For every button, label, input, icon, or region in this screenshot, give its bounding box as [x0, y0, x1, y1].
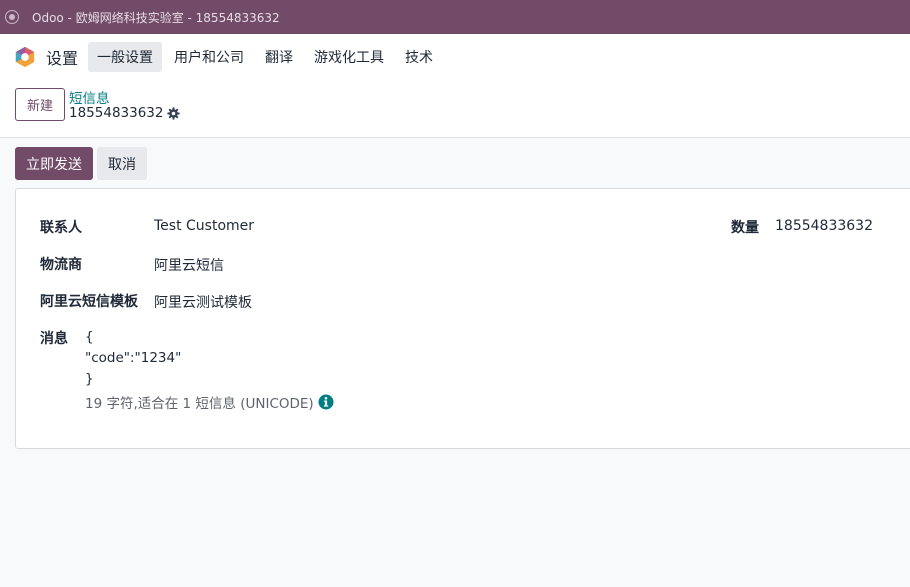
contact-field[interactable]: Test Customer — [154, 218, 254, 234]
message-label: 消息 — [40, 331, 68, 347]
top-navbar: 设置 一般设置 用户和公司 翻译 游戏化工具 技术 — [0, 34, 910, 80]
quantity-field[interactable]: 18554833632 — [775, 218, 873, 234]
record-title-text: 18554833632 — [69, 105, 164, 121]
menu-gamification[interactable]: 游戏化工具 — [305, 42, 393, 72]
template-label: 阿里云短信模板 — [40, 294, 138, 310]
provider-field[interactable]: 阿里云短信 — [154, 255, 224, 275]
form-sheet: 联系人 Test Customer 数量 18554833632 物流商 阿里云… — [15, 188, 910, 449]
control-panel: 新建 短信息 18554833632 — [0, 80, 910, 138]
send-now-button[interactable]: 立即发送 — [15, 147, 93, 180]
message-line-3[interactable]: } — [85, 371, 94, 387]
window-app-icon — [5, 10, 19, 24]
breadcrumb-sms[interactable]: 短信息 — [69, 87, 110, 107]
menu-users-companies[interactable]: 用户和公司 — [165, 42, 253, 72]
provider-label: 物流商 — [40, 257, 82, 273]
message-line-2[interactable]: "code":"1234" — [85, 350, 181, 366]
window-titlebar: Odoo - 欧姆网络科技实验室 - 18554833632 — [0, 0, 910, 34]
info-icon[interactable] — [318, 394, 334, 410]
menu-technical[interactable]: 技术 — [396, 42, 442, 72]
menu-general-settings[interactable]: 一般设置 — [88, 42, 163, 72]
new-button[interactable]: 新建 — [15, 88, 65, 121]
sms-counter: 19 字符,适合在 1 短信息 (UNICODE) — [85, 392, 334, 412]
cancel-button[interactable]: 取消 — [97, 147, 147, 180]
template-field[interactable]: 阿里云测试模板 — [154, 292, 252, 312]
gear-icon[interactable] — [167, 106, 181, 120]
app-name[interactable]: 设置 — [46, 45, 78, 69]
record-title: 18554833632 — [69, 105, 181, 121]
window-title: Odoo - 欧姆网络科技实验室 - 18554833632 — [32, 10, 280, 25]
odoo-logo-icon[interactable] — [14, 46, 36, 68]
quantity-label: 数量 — [731, 220, 759, 236]
message-line-1[interactable]: { — [85, 329, 94, 345]
menu-translations[interactable]: 翻译 — [256, 42, 302, 72]
contact-label: 联系人 — [40, 220, 82, 236]
sms-counter-text: 19 字符,适合在 1 短信息 (UNICODE) — [85, 396, 314, 412]
